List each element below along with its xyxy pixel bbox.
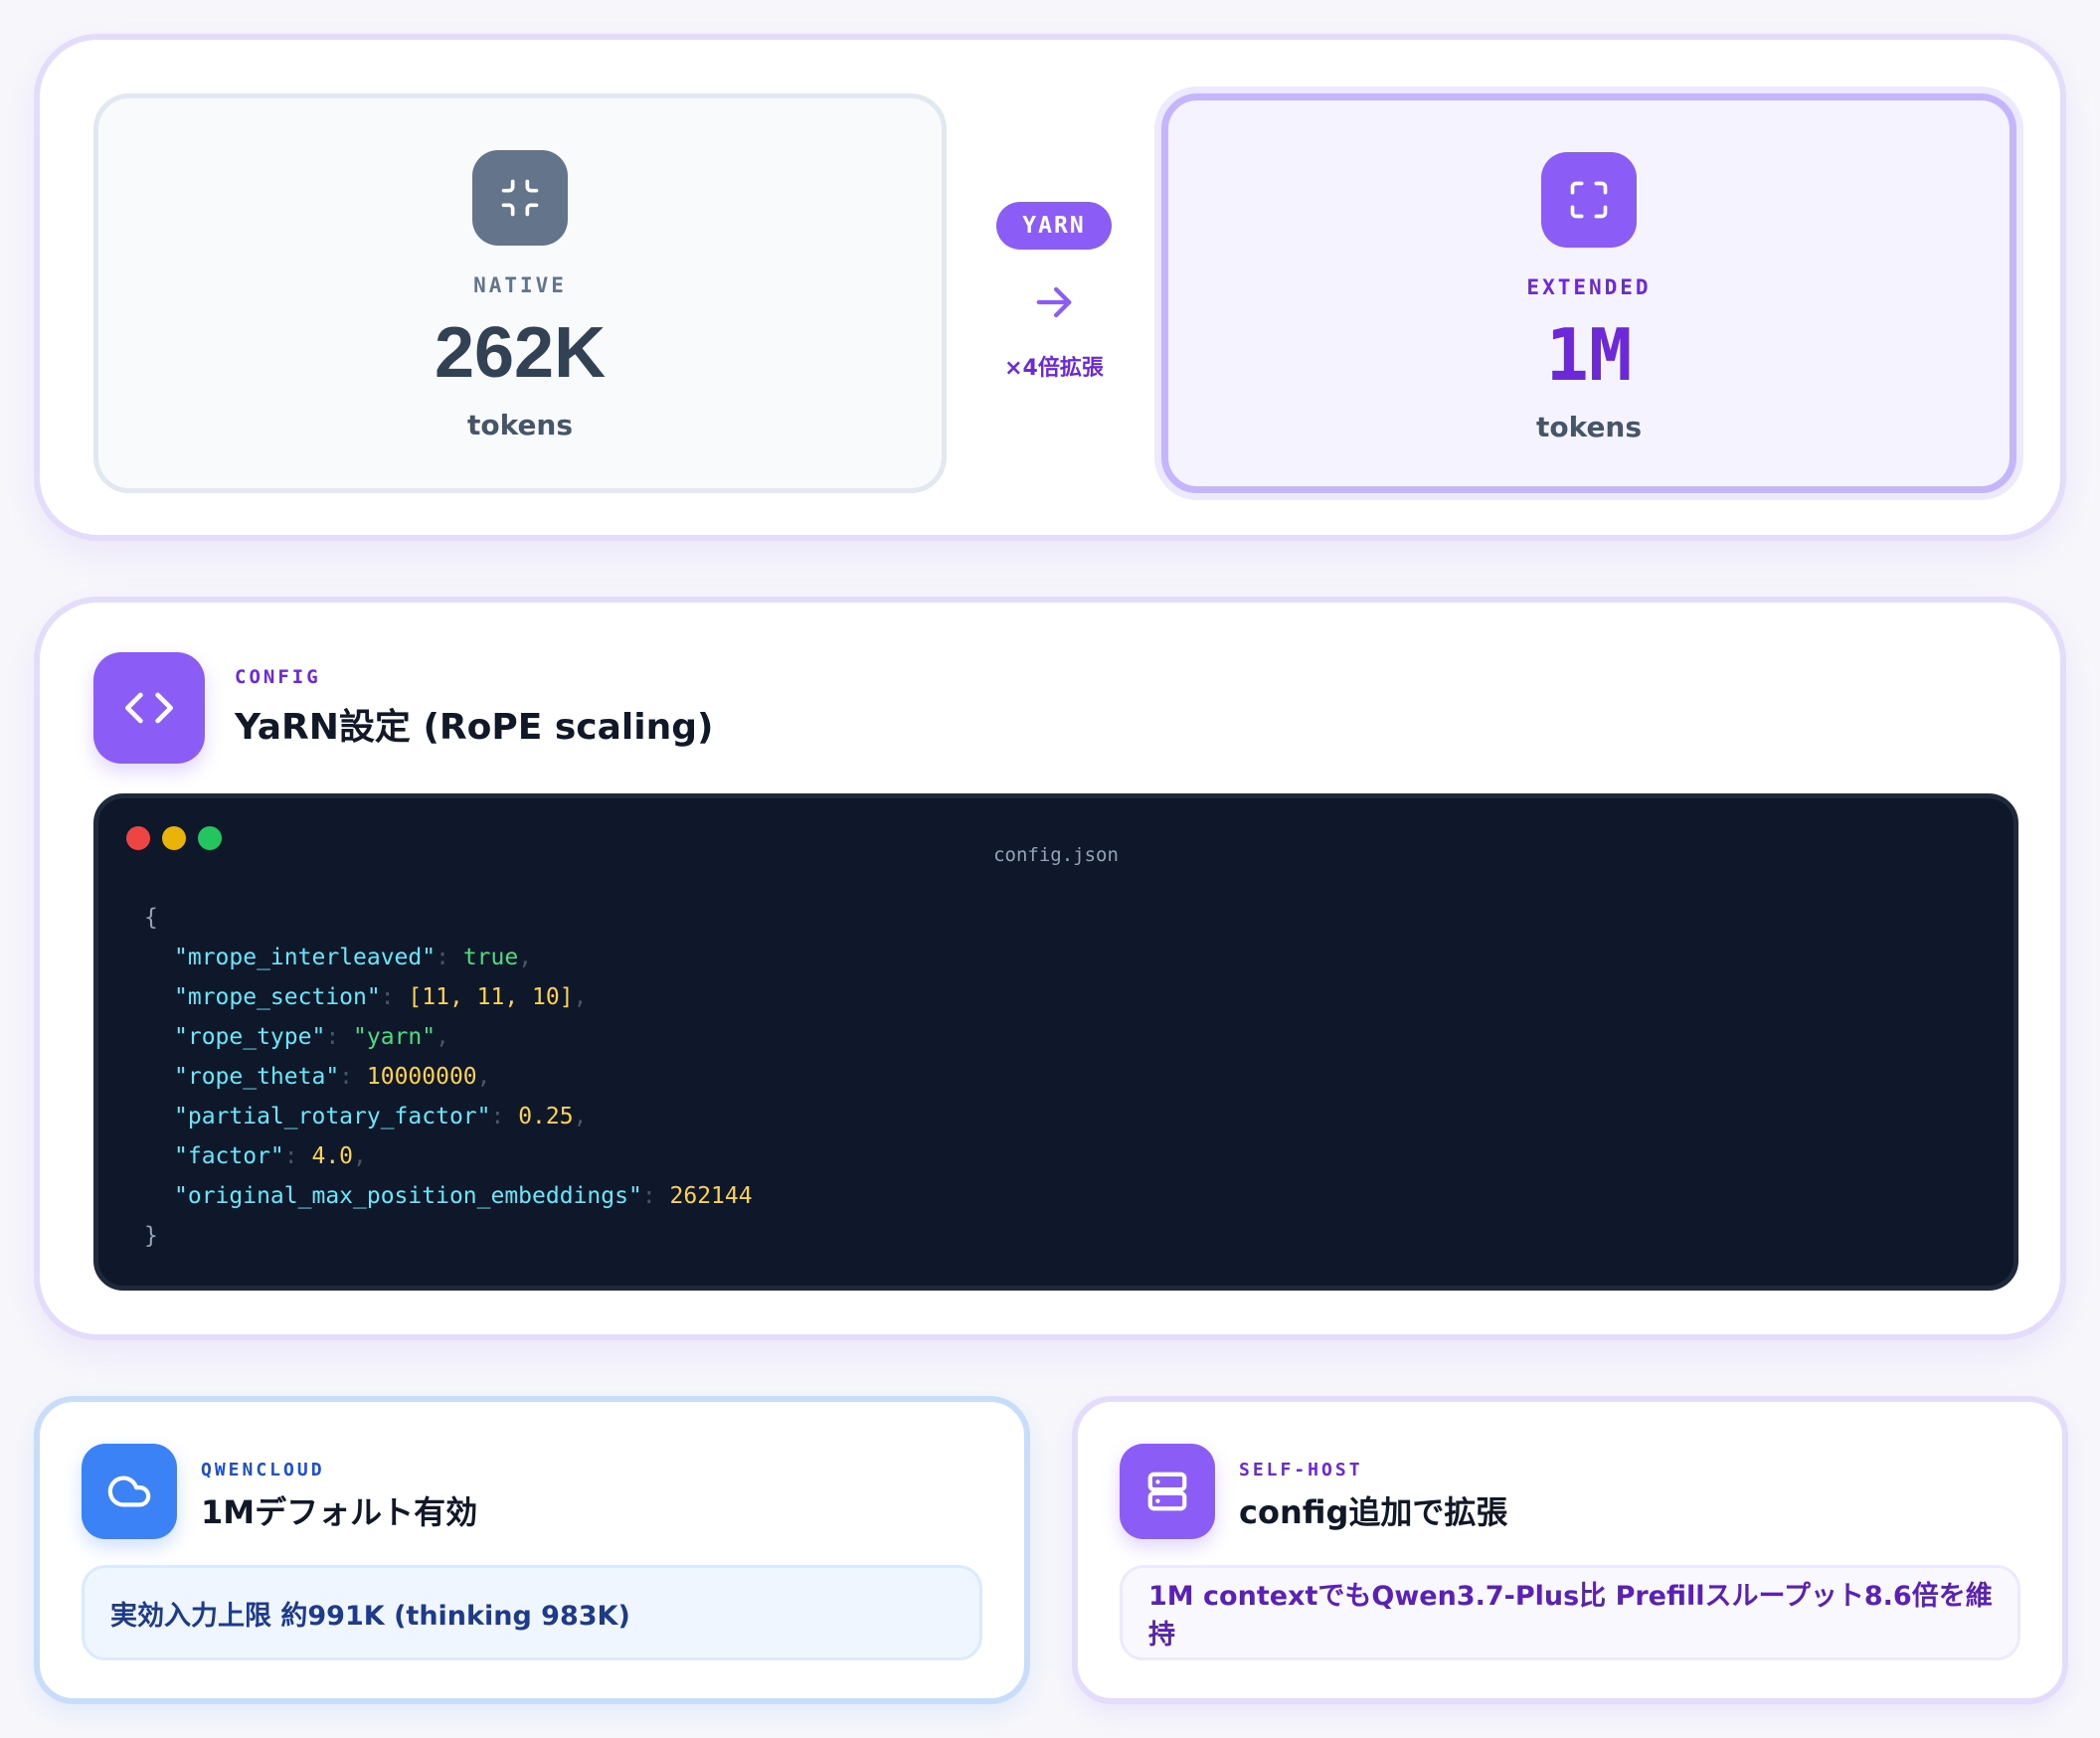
config-value: 4.0 <box>311 1143 354 1169</box>
code-line: "partial_rotary_factor": 0.25, <box>174 1104 588 1130</box>
config-key: "mrope_section" <box>174 984 381 1010</box>
config-key: "original_max_position_embeddings" <box>174 1183 642 1209</box>
config-panel: CONFIG YaRN設定 (RoPE scaling) config.json… <box>34 597 2066 1340</box>
code-line: "original_max_position_embeddings": 2621… <box>174 1183 753 1209</box>
extended-context-card: EXTENDED 1M tokens <box>1161 93 2016 493</box>
config-value: 262144 <box>669 1183 753 1209</box>
native-context-card: NATIVE 262K tokens <box>93 93 947 493</box>
config-title: YaRN設定 (RoPE scaling) <box>235 707 714 748</box>
extended-token-count: 1M <box>1545 313 1633 397</box>
qwencloud-note: 実効入力上限 約991K (thinking 983K) <box>82 1565 982 1660</box>
config-key: "rope_type" <box>174 1024 326 1050</box>
maximize-icon <box>1541 152 1637 248</box>
native-token-count: 262K <box>434 313 607 393</box>
minimize-icon <box>472 150 568 246</box>
config-value: [11, 11, 10] <box>408 984 574 1010</box>
qwencloud-card: QWENCLOUD 1Mデフォルト有効 実効入力上限 約991K (thinki… <box>34 1396 1030 1704</box>
native-label: NATIVE <box>473 273 567 297</box>
extended-unit: tokens <box>1535 411 1643 443</box>
arrow-right-icon <box>1028 276 1080 332</box>
qwencloud-title: 1Mデフォルト有効 <box>201 1493 478 1531</box>
config-key: "partial_rotary_factor" <box>174 1104 491 1130</box>
config-value: 10000000 <box>366 1064 477 1090</box>
yarn-badge: YARN <box>996 202 1112 250</box>
config-eyebrow: CONFIG <box>235 666 321 688</box>
self-host-card: SELF-HOST config追加で拡張 1M contextでもQwen3.… <box>1072 1396 2068 1704</box>
config-value: 0.25 <box>518 1104 574 1130</box>
config-key: "rope_theta" <box>174 1064 340 1090</box>
scale-factor-label: ×4倍拡張 <box>1004 356 1104 381</box>
context-comparison-panel: NATIVE 262K tokens YARN ×4倍拡張 EXTENDED 1… <box>34 34 2066 541</box>
code-open-brace: { <box>144 905 158 931</box>
code-line: "mrope_section": [11, 11, 10], <box>174 984 588 1010</box>
server-icon <box>1120 1444 1215 1539</box>
extended-label: EXTENDED <box>1526 275 1652 299</box>
config-key: "factor" <box>174 1143 284 1169</box>
code-close-brace: } <box>144 1223 158 1249</box>
code-line: "rope_theta": 10000000, <box>174 1064 491 1090</box>
self-host-eyebrow: SELF-HOST <box>1239 1460 1363 1480</box>
native-unit: tokens <box>466 409 574 441</box>
code-line: "factor": 4.0, <box>174 1143 367 1169</box>
code-window: config.json { "mrope_interleaved": true,… <box>93 793 2018 1291</box>
code-icon <box>93 652 205 764</box>
self-host-title: config追加で拡張 <box>1239 1493 1508 1531</box>
code-line: "rope_type": "yarn", <box>174 1024 449 1050</box>
code-body[interactable]: { "mrope_interleaved": true, "mrope_secti… <box>144 898 753 1256</box>
code-line: "mrope_interleaved": true, <box>174 945 533 970</box>
self-host-note: 1M contextでもQwen3.7-Plus比 Prefillスループット8… <box>1120 1565 2020 1660</box>
code-lines: "mrope_interleaved": true, "mrope_section… <box>144 938 753 1216</box>
code-filename: config.json <box>993 844 1119 866</box>
cloud-icon <box>82 1444 177 1539</box>
qwencloud-eyebrow: QWENCLOUD <box>201 1460 325 1480</box>
config-key: "mrope_interleaved" <box>174 945 437 970</box>
config-value: true <box>462 945 519 970</box>
config-value: "yarn" <box>353 1024 437 1050</box>
page: NATIVE 262K tokens YARN ×4倍拡張 EXTENDED 1… <box>0 0 2100 1738</box>
